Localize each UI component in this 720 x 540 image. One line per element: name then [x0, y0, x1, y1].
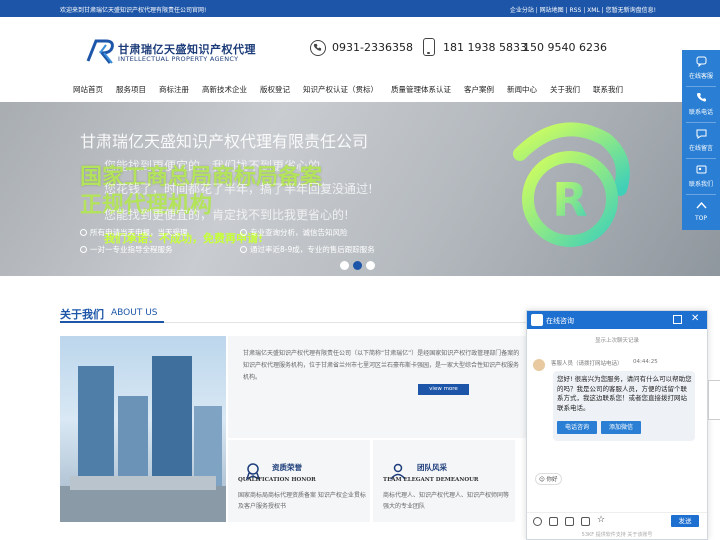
- nav-cases[interactable]: 客户案例: [464, 84, 494, 95]
- chat-widget: 在线咨询 ✕ 显示上次聊天记录 客服人员（请拨打网站电话） 04:44:25 您…: [526, 310, 708, 540]
- phone-number-1: 0931-2336358: [332, 41, 413, 54]
- nav-copyright[interactable]: 版权登记: [260, 84, 290, 95]
- card-description: 商标代理人、知识产权代理人、知识产权师同等强大的专业团队: [383, 492, 510, 510]
- about-description: 甘肃瑞亿天盛知识产权代理有限责任公司（以下简称“甘肃瑞亿”）是经国家知识产权行政…: [243, 350, 520, 381]
- back-to-top-button[interactable]: TOP: [682, 194, 720, 230]
- svg-text:R: R: [552, 173, 587, 227]
- slider-dot-1[interactable]: [340, 261, 349, 270]
- phone-icon: [697, 93, 706, 102]
- message-time: 04:44:25: [633, 359, 658, 365]
- top-links[interactable]: 企业分站 | 网站地图 | RSS | XML | 您暂无新询盘信息!: [510, 5, 656, 14]
- banner-company: 甘肃瑞亿天盛知识产权代理有限责任公司: [80, 132, 369, 151]
- registered-seal-graphic: R: [513, 122, 630, 247]
- phone-consult-button[interactable]: 电话咨询: [557, 421, 597, 434]
- download-icon[interactable]: [581, 517, 590, 526]
- card-subtitle: TEAM ELEGANT DEMEANOUR: [383, 477, 479, 483]
- slider-dot-3[interactable]: [366, 261, 375, 270]
- nav-services[interactable]: 服务项目: [116, 84, 146, 95]
- message-text: 您好! 很高兴为您服务，请问有什么可以帮助您的吗？我是公司的客服人员，方便的话留…: [557, 375, 692, 412]
- folder-icon[interactable]: [565, 517, 574, 526]
- close-icon[interactable]: ✕: [691, 313, 699, 324]
- card-description: 国家商标局商标代理资质备案 知识产权企业贯标及客户服务授权书: [238, 492, 366, 510]
- slider-dot-2[interactable]: [353, 261, 362, 270]
- logo-subtitle: INTELLECTUAL PROPERTY AGENCY: [118, 55, 239, 63]
- check-icon: [240, 229, 247, 236]
- top-bar: 欢迎来到甘肃瑞亿天盛知识产权代理有限责任公司官网! 企业分站 | 网站地图 | …: [0, 0, 720, 17]
- main-nav: 网站首页 服务项目 商标注册 高新技术企业 版权登记 知识产权认证（贯标） 质量…: [0, 80, 720, 100]
- phone-icon: [310, 40, 326, 56]
- nav-contact[interactable]: 联系我们: [593, 84, 623, 95]
- nav-home[interactable]: 网站首页: [73, 84, 103, 95]
- about-title: 关于我们: [60, 308, 104, 321]
- phone-number-3: 150 9540 6236: [523, 41, 607, 54]
- agent-name: 客服人员（请拨打网站电话）: [551, 361, 623, 367]
- banner-bullet: 所有申请当天申报，当天受理: [80, 227, 188, 238]
- honor-card[interactable]: 资质荣誉 QUALIFICATION HONOR 国家商标局商标代理资质备案 知…: [228, 440, 370, 522]
- banner-sub-3: 您能找到更便宜的，肯定找不到比我更省心的!: [104, 208, 349, 222]
- screenshot-icon[interactable]: [549, 517, 558, 526]
- star-icon[interactable]: ☆: [597, 516, 606, 525]
- banner-bullet: 通过率近8-9成，专业的售后跟踪服务: [240, 244, 375, 255]
- welcome-text: 欢迎来到甘肃瑞亿天盛知识产权代理有限责任公司官网!: [60, 7, 207, 14]
- chevron-up-icon: [696, 201, 707, 209]
- card-subtitle: QUALIFICATION HONOR: [238, 477, 316, 483]
- emoji-icon[interactable]: [533, 517, 542, 526]
- leave-message-button[interactable]: 在线留言: [682, 122, 720, 158]
- powered-by: 53KF 提供软件支持 关于该账号: [581, 532, 653, 538]
- phone-number-2: 181 1938 5833: [443, 41, 527, 54]
- nav-quality[interactable]: 质量管理体系认证: [391, 84, 451, 95]
- check-icon: [80, 246, 87, 253]
- view-more-button[interactable]: view more: [418, 384, 469, 395]
- nav-ip-cert[interactable]: 知识产权认证（贯标）: [303, 84, 378, 95]
- agent-avatar: [533, 359, 545, 371]
- send-button[interactable]: 发送: [671, 515, 699, 527]
- chat-icon: [696, 56, 707, 67]
- nav-news[interactable]: 新闻中心: [507, 84, 537, 95]
- online-service-button[interactable]: 在线客服: [682, 50, 720, 86]
- chat-title: 在线咨询: [546, 317, 574, 325]
- contact-card-icon: [696, 165, 707, 174]
- building-illustration: [60, 356, 226, 522]
- about-divider-accent: [60, 321, 164, 323]
- nav-hitech[interactable]: 高新技术企业: [202, 84, 247, 95]
- hero-banner[interactable]: 甘肃瑞亿天盛知识产权代理有限责任公司 您能找到更便宜的，我们找不到更省心的 国家…: [0, 102, 720, 276]
- card-title: 资质荣誉: [272, 463, 302, 472]
- floating-sidebar: 在线客服 联系电话 在线留言 联系我们 TOP: [682, 50, 720, 230]
- add-wechat-button[interactable]: 添加微信: [601, 421, 641, 434]
- nav-trademark[interactable]: 商标注册: [159, 84, 189, 95]
- side-collapse-tab[interactable]: [708, 380, 720, 420]
- contact-phone-button[interactable]: 联系电话: [682, 86, 720, 122]
- banner-bullet: 专业查询分析，诚信告知风险: [240, 227, 348, 238]
- chat-header: 在线咨询 ✕: [527, 311, 707, 329]
- card-title: 团队风采: [417, 463, 447, 472]
- about-title-en: ABOUT US: [111, 308, 158, 318]
- mobile-icon: [423, 38, 435, 56]
- team-card[interactable]: 团队风采 TEAM ELEGANT DEMEANOUR 商标代理人、知识产权代理…: [373, 440, 515, 522]
- maximize-icon[interactable]: [673, 315, 682, 324]
- check-icon: [240, 246, 247, 253]
- banner-bullet: 一对一专业指导全程服务: [80, 244, 173, 255]
- chat-logo-icon: [531, 314, 543, 326]
- check-icon: [80, 229, 87, 236]
- nav-about[interactable]: 关于我们: [550, 84, 580, 95]
- message-icon: [696, 129, 707, 139]
- quick-reply-hello[interactable]: ☺ 你好: [535, 473, 562, 485]
- show-history-link[interactable]: 显示上次聊天记录: [527, 336, 707, 344]
- about-building-image: [60, 336, 226, 522]
- logo-icon[interactable]: [84, 37, 118, 65]
- contact-us-button[interactable]: 联系我们: [682, 158, 720, 194]
